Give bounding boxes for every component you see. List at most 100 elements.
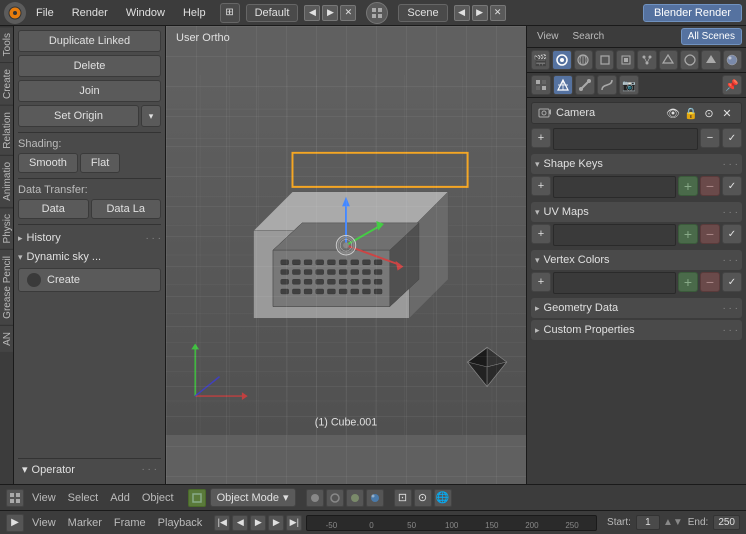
all-scenes-btn[interactable]: All Scenes (681, 28, 742, 45)
uv-maps-v[interactable]: ✓ (722, 224, 742, 244)
tab-tools[interactable]: Tools (0, 26, 13, 62)
icon-physics[interactable] (659, 50, 678, 70)
camera-render-icon[interactable]: ⊙ (701, 105, 717, 121)
jump-end-btn[interactable]: ▶| (286, 515, 302, 531)
icon-mesh[interactable] (553, 75, 573, 95)
vp-menu-view[interactable]: View (28, 490, 60, 506)
vp-menu-object[interactable]: Object (138, 490, 178, 506)
snap-btn[interactable]: ⊡ (394, 489, 412, 507)
shape-keys-header[interactable]: ▾ Shape Keys · · · (531, 154, 742, 174)
timeline-menu-view[interactable]: View (28, 515, 60, 531)
shape-keys-plus[interactable]: + (678, 176, 698, 196)
tab-create[interactable]: Create (0, 62, 13, 105)
menu-render[interactable]: Render (64, 5, 116, 21)
jump-start-btn[interactable]: |◀ (214, 515, 230, 531)
mode-selector[interactable]: Object Mode ▾ (210, 488, 296, 507)
vertex-colors-v[interactable]: ✓ (722, 272, 742, 292)
icon-modifier[interactable] (616, 50, 635, 70)
vertex-colors-plus[interactable]: + (678, 272, 698, 292)
layout-prev[interactable]: ◀ (304, 5, 320, 21)
history-header[interactable]: ▸ History · · · (18, 230, 161, 246)
layout-add[interactable]: ✕ (340, 5, 356, 21)
icon-object[interactable] (595, 50, 614, 70)
texture-shading[interactable] (346, 489, 364, 507)
timeline-icon[interactable]: ▶ (6, 514, 24, 532)
icon-object-data[interactable] (701, 50, 720, 70)
nav-v[interactable]: ✓ (722, 128, 742, 148)
icon-bone[interactable] (575, 75, 595, 95)
timeline-menu-marker[interactable]: Marker (64, 515, 106, 531)
shape-keys-add[interactable]: + (531, 176, 551, 196)
tab-view[interactable]: View (531, 29, 565, 44)
render-engine-btn[interactable]: Blender Render (643, 4, 742, 22)
tab-animation[interactable]: Animatio (0, 155, 13, 207)
dynamic-sky-header[interactable]: ▾ Dynamic sky ... (18, 249, 161, 265)
duplicate-linked-btn[interactable]: Duplicate Linked (18, 30, 161, 52)
layout-next[interactable]: ▶ (322, 5, 338, 21)
icon-texture[interactable] (531, 75, 551, 95)
camera-row[interactable]: Camera 👁 🔒 ⊙ ✕ (531, 102, 742, 124)
menu-window[interactable]: Window (118, 5, 173, 21)
set-origin-btn[interactable]: Set Origin (18, 105, 139, 127)
tab-grease-pencil[interactable]: Grease Pencil (0, 249, 13, 325)
data-la-btn[interactable]: Data La (91, 199, 162, 219)
icon-constraints[interactable] (680, 50, 699, 70)
menu-file[interactable]: File (28, 5, 62, 21)
icon-materials[interactable] (723, 50, 742, 70)
geometry-data-header[interactable]: ▸ Geometry Data · · · (531, 298, 742, 318)
smooth-btn[interactable]: Smooth (18, 153, 78, 173)
camera-view-icon[interactable]: 👁 (665, 105, 681, 121)
viewport[interactable]: User Ortho (166, 26, 526, 484)
icon-world[interactable] (574, 50, 593, 70)
tab-physics[interactable]: Physic (0, 207, 13, 249)
icon-particles[interactable] (637, 50, 656, 70)
uv-maps-header[interactable]: ▾ UV Maps · · · (531, 202, 742, 222)
uv-maps-plus[interactable]: + (678, 224, 698, 244)
timeline-menu-playback[interactable]: Playback (154, 515, 207, 531)
viewport-icon[interactable] (366, 2, 388, 24)
start-val[interactable]: 1 (636, 515, 660, 530)
solid-shading[interactable] (306, 489, 324, 507)
editor-type-icon[interactable]: ⊞ (220, 3, 240, 23)
join-btn[interactable]: Join (18, 80, 161, 102)
delete-btn[interactable]: Delete (18, 55, 161, 77)
global-btn[interactable]: 🌐 (434, 489, 452, 507)
set-origin-arrow[interactable]: ▾ (141, 105, 161, 127)
vp-menu-select[interactable]: Select (64, 490, 103, 506)
vp-menu-add[interactable]: Add (106, 490, 134, 506)
nav-minus[interactable]: − (700, 128, 720, 148)
scene-prev[interactable]: ◀ (454, 5, 470, 21)
icon-curve[interactable] (597, 75, 617, 95)
end-val[interactable]: 250 (713, 515, 740, 530)
blender-icon[interactable] (4, 2, 26, 24)
tab-relations[interactable]: Relation (0, 105, 13, 155)
scene-next[interactable]: ▶ (472, 5, 488, 21)
custom-properties-header[interactable]: ▸ Custom Properties · · · (531, 320, 742, 340)
vertex-colors-add[interactable]: + (531, 272, 551, 292)
prev-frame-btn[interactable]: ◀ (232, 515, 248, 531)
vertex-colors-minus[interactable]: − (700, 272, 720, 292)
wire-shading[interactable] (326, 489, 344, 507)
tab-an[interactable]: AN (0, 325, 13, 352)
camera-x-icon[interactable]: ✕ (719, 105, 735, 121)
uv-maps-add[interactable]: + (531, 224, 551, 244)
menu-help[interactable]: Help (175, 5, 214, 21)
play-btn[interactable]: ▶ (250, 515, 266, 531)
icon-pin[interactable]: 📌 (722, 75, 742, 95)
shape-keys-minus[interactable]: − (700, 176, 720, 196)
layout-selector[interactable]: Default (246, 4, 299, 22)
nav-up[interactable]: + (531, 128, 551, 148)
data-btn[interactable]: Data (18, 199, 89, 219)
flat-btn[interactable]: Flat (80, 153, 120, 173)
proportional-btn[interactable]: ⊙ (414, 489, 432, 507)
scene-selector[interactable]: Scene (398, 4, 447, 22)
camera-lock-icon[interactable]: 🔒 (683, 105, 699, 121)
tab-search[interactable]: Search (567, 29, 611, 44)
scene-add[interactable]: ✕ (490, 5, 506, 21)
next-frame-btn[interactable]: ▶ (268, 515, 284, 531)
icon-camera-props[interactable]: 📷 (619, 75, 639, 95)
create-row[interactable]: Create (18, 268, 161, 292)
icon-scene[interactable]: 🎬 (531, 50, 550, 70)
shape-keys-v[interactable]: ✓ (722, 176, 742, 196)
timeline-menu-frame[interactable]: Frame (110, 515, 150, 531)
